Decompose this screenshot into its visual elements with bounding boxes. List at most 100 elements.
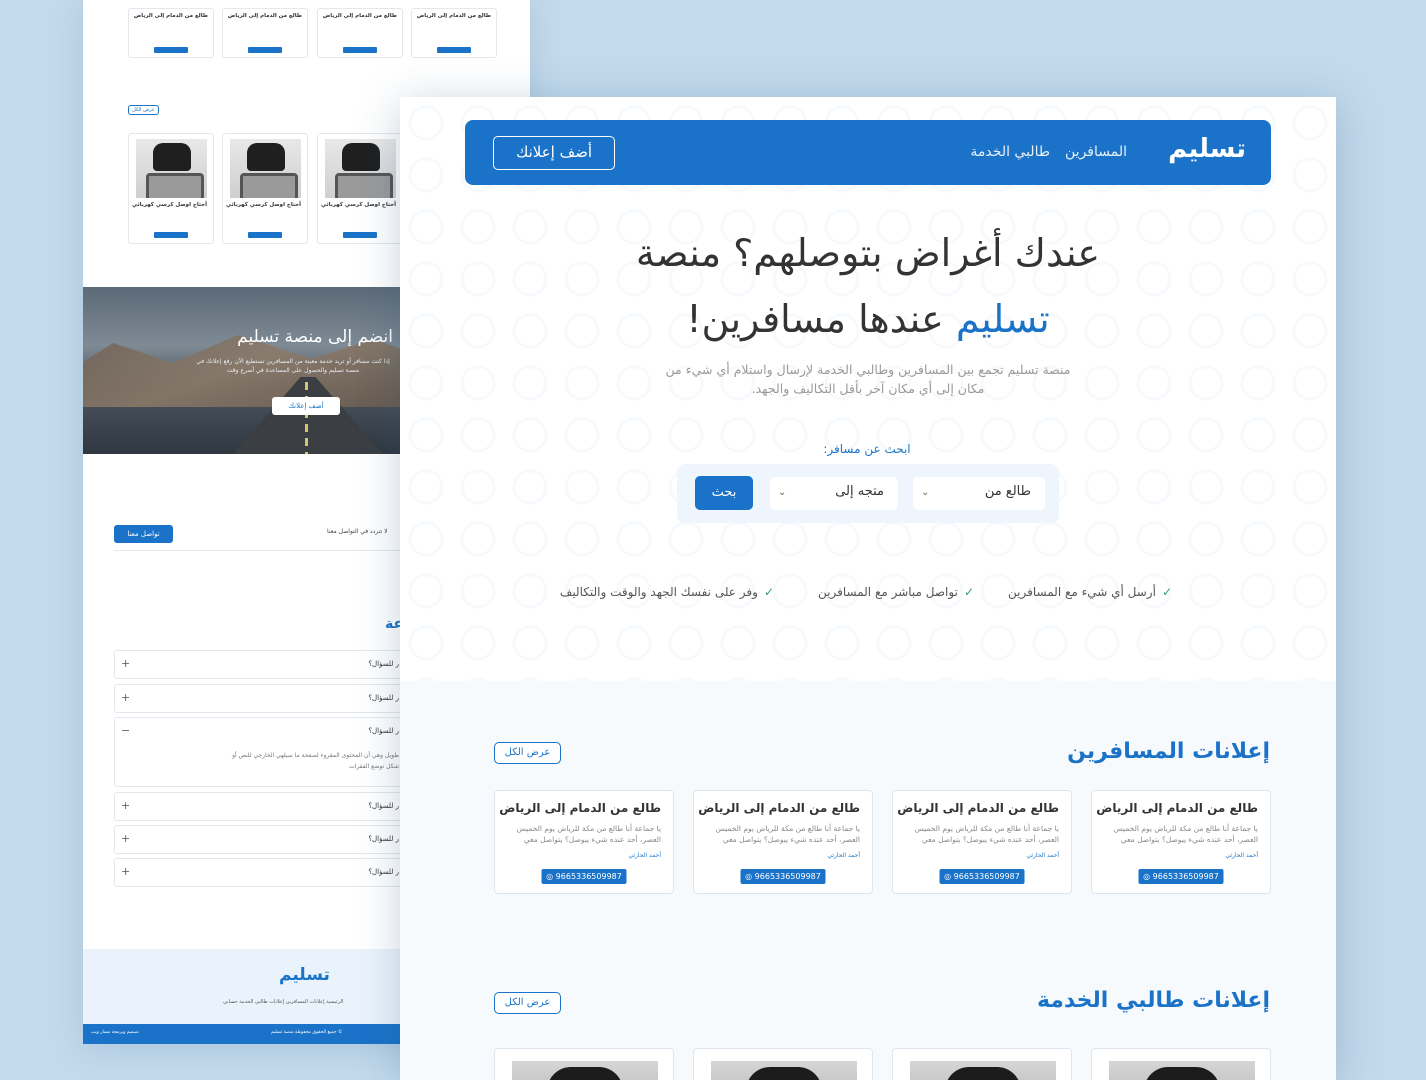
whatsapp-button[interactable]: ◎ 9665336509987	[939, 869, 1025, 884]
faq-question: ر للسؤال؟	[368, 694, 399, 702]
back-product-card[interactable]: أحتاج اوصل كرسي كهربائي	[128, 133, 214, 244]
back-product-card[interactable]: أحتاج اوصل كرسي كهربائي	[222, 133, 308, 244]
phone-number: 9665336509987	[555, 872, 622, 881]
requester-ad-card[interactable]	[693, 1048, 873, 1080]
faq-item[interactable]: ر للسؤال؟ +	[114, 792, 414, 821]
requester-ad-image	[910, 1061, 1056, 1080]
back-trip-card-title: طالع من الدمام إلى الرياض	[322, 13, 397, 19]
ad-author: أحمد الحارثي	[1225, 852, 1258, 859]
back-trip-card[interactable]: طالع من الدمام إلى الرياض	[411, 8, 497, 58]
ad-author: أحمد الحارثي	[827, 852, 860, 859]
product-title: أحتاج اوصل كرسي كهربائي	[321, 202, 396, 208]
from-city-select[interactable]: طالع من ⌄	[913, 477, 1045, 510]
footer-copyright: © جميع الحقوق محفوظة منصة تسليم	[271, 1030, 343, 1035]
whatsapp-button[interactable]: ◎ 9665336509987	[740, 869, 826, 884]
plus-icon[interactable]: +	[121, 657, 130, 670]
back-trip-card-button[interactable]	[248, 47, 282, 53]
requester-ad-card[interactable]	[1091, 1048, 1271, 1080]
search-label: ابحث عن مسافر:	[823, 442, 911, 456]
back-view-all-button[interactable]: عرض الكل	[128, 105, 159, 115]
join-title: انضم إلى منصة تسليم	[237, 327, 393, 347]
road-line	[305, 382, 308, 454]
plus-icon[interactable]: +	[121, 691, 130, 704]
back-trip-card-title: طالع من الدمام إلى الرياض	[416, 13, 491, 19]
faq-question: ر للسؤال؟	[368, 727, 399, 735]
back-trip-card-button[interactable]	[343, 47, 377, 53]
requester-ad-card[interactable]	[892, 1048, 1072, 1080]
hero-title-rest: عندها مسافرين!	[686, 297, 956, 341]
footer-design-credit[interactable]: تصميم وبرمجة مسار ويب	[91, 1030, 139, 1035]
nav-link-requesters[interactable]: طالبي الخدمة	[970, 144, 1050, 160]
ad-text: يا جماعة أنا طالع من مكة للرياض يوم الخم…	[715, 824, 860, 844]
whatsapp-button[interactable]: ◎ 9665336509987	[541, 869, 627, 884]
whatsapp-button[interactable]: ◎ 9665336509987	[1138, 869, 1224, 884]
back-trip-card-button[interactable]	[154, 47, 188, 53]
feature-item: ✓ وفر على نفسك الجهد والوقت والتكاليف	[560, 585, 774, 599]
faq-item[interactable]: ر للسؤال؟ +	[114, 650, 414, 679]
requesters-ads-title: إعلانات طالبي الخدمة	[1036, 988, 1270, 1013]
to-city-select[interactable]: متجه إلى ⌄	[770, 477, 898, 510]
product-title: أحتاج اوصل كرسي كهربائي	[132, 202, 207, 208]
feature-text: تواصل مباشر مع المسافرين	[818, 585, 958, 599]
requester-ad-image	[711, 1061, 857, 1080]
plus-icon[interactable]: +	[121, 832, 130, 845]
faq-question: ر للسؤال؟	[368, 868, 399, 876]
front-page: تسليم المسافرين طالبي الخدمة أضف إعلانك …	[400, 97, 1336, 1080]
back-trip-card[interactable]: طالع من الدمام إلى الرياض	[222, 8, 308, 58]
ad-text: يا جماعة أنا طالع من مكة للرياض يوم الخم…	[914, 824, 1059, 844]
plus-icon[interactable]: +	[121, 799, 130, 812]
footer-logo[interactable]: تسليم	[279, 965, 330, 985]
faq-item[interactable]: ر للسؤال؟ +	[114, 825, 414, 854]
back-trip-card-title: طالع من الدمام إلى الرياض	[133, 13, 208, 19]
join-add-ad-button[interactable]: أضف إعلانك	[272, 397, 340, 415]
hero-subtitle: منصة تسليم تجمع بين المسافرين وطالبي الخ…	[665, 362, 1071, 396]
requester-ad-card[interactable]	[494, 1048, 674, 1080]
requesters-view-all-button[interactable]: عرض الكل	[494, 992, 561, 1014]
whatsapp-icon: ◎	[944, 872, 954, 881]
faq-item[interactable]: ر للسؤال؟ +	[114, 858, 414, 887]
faq-item[interactable]: ر للسؤال؟ +	[114, 684, 414, 713]
product-contact-button[interactable]	[343, 232, 377, 238]
feature-text: أرسل أي شيء مع المسافرين	[1008, 585, 1156, 599]
ad-text: يا جماعة أنا طالع من مكة للرياض يوم الخم…	[1113, 824, 1258, 844]
from-city-value: طالع من	[984, 484, 1031, 499]
travelers-view-all-button[interactable]: عرض الكل	[494, 742, 561, 764]
nav-link-travelers[interactable]: المسافرين	[1065, 144, 1127, 160]
back-trip-card-button[interactable]	[437, 47, 471, 53]
hero-title-line2: تسليم عندها مسافرين!	[500, 297, 1236, 341]
faq-item-expanded[interactable]: ر للسؤال؟ − طويل وهي أن المحتوى المقروء …	[114, 717, 414, 787]
back-trip-card[interactable]: طالع من الدمام إلى الرياض	[317, 8, 403, 58]
site-logo[interactable]: تسليم	[1168, 134, 1246, 164]
faq-answer: طويل وهي أن المحتوى المقروء لصفحة ما سيل…	[232, 752, 399, 770]
traveler-ad-card[interactable]: طالع من الدمام إلى الرياض يا جماعة أنا ط…	[1091, 790, 1271, 894]
back-product-card[interactable]: أحتاج اوصل كرسي كهربائي	[317, 133, 403, 244]
check-icon: ✓	[963, 585, 974, 599]
traveler-ad-card[interactable]: طالع من الدمام إلى الرياض يا جماعة أنا ط…	[892, 790, 1072, 894]
to-city-value: متجه إلى	[835, 484, 884, 499]
product-contact-button[interactable]	[248, 232, 282, 238]
footer-links[interactable]: الرئيسية إعلانات المسافرين إعلانات طالبي…	[223, 999, 343, 1005]
faq-question: ر للسؤال؟	[368, 802, 399, 810]
phone-number: 9665336509987	[953, 872, 1020, 881]
join-text: إذا كنت مسافر أو تريد خدمة معينة من المس…	[196, 358, 390, 374]
product-contact-button[interactable]	[154, 232, 188, 238]
add-ad-button[interactable]: أضف إعلانك	[493, 136, 615, 170]
product-image	[325, 139, 396, 198]
traveler-ad-card[interactable]: طالع من الدمام إلى الرياض يا جماعة أنا ط…	[693, 790, 873, 894]
ad-text: يا جماعة أنا طالع من مكة للرياض يوم الخم…	[516, 824, 661, 844]
plus-icon[interactable]: +	[121, 865, 130, 878]
minus-icon[interactable]: −	[121, 724, 130, 737]
contact-us-button[interactable]: تواصل معنا	[114, 525, 173, 543]
ad-author: أحمد الحارثي	[628, 852, 661, 859]
hero-title-line1: عندك أغراض بتوصلهم؟ منصة	[635, 231, 1101, 275]
back-trip-card[interactable]: طالع من الدمام إلى الرياض	[128, 8, 214, 58]
whatsapp-icon: ◎	[745, 872, 755, 881]
feature-item: ✓ أرسل أي شيء مع المسافرين	[1008, 585, 1172, 599]
traveler-ad-card[interactable]: طالع من الدمام إلى الرياض يا جماعة أنا ط…	[494, 790, 674, 894]
search-box: طالع من ⌄ متجه إلى ⌄ بحث	[677, 464, 1059, 523]
search-button[interactable]: بحث	[695, 476, 753, 510]
phone-number: 9665336509987	[1152, 872, 1219, 881]
ad-author: أحمد الحارثي	[1026, 852, 1059, 859]
ad-title: طالع من الدمام إلى الرياض	[1096, 801, 1258, 815]
chevron-down-icon: ⌄	[778, 487, 787, 498]
